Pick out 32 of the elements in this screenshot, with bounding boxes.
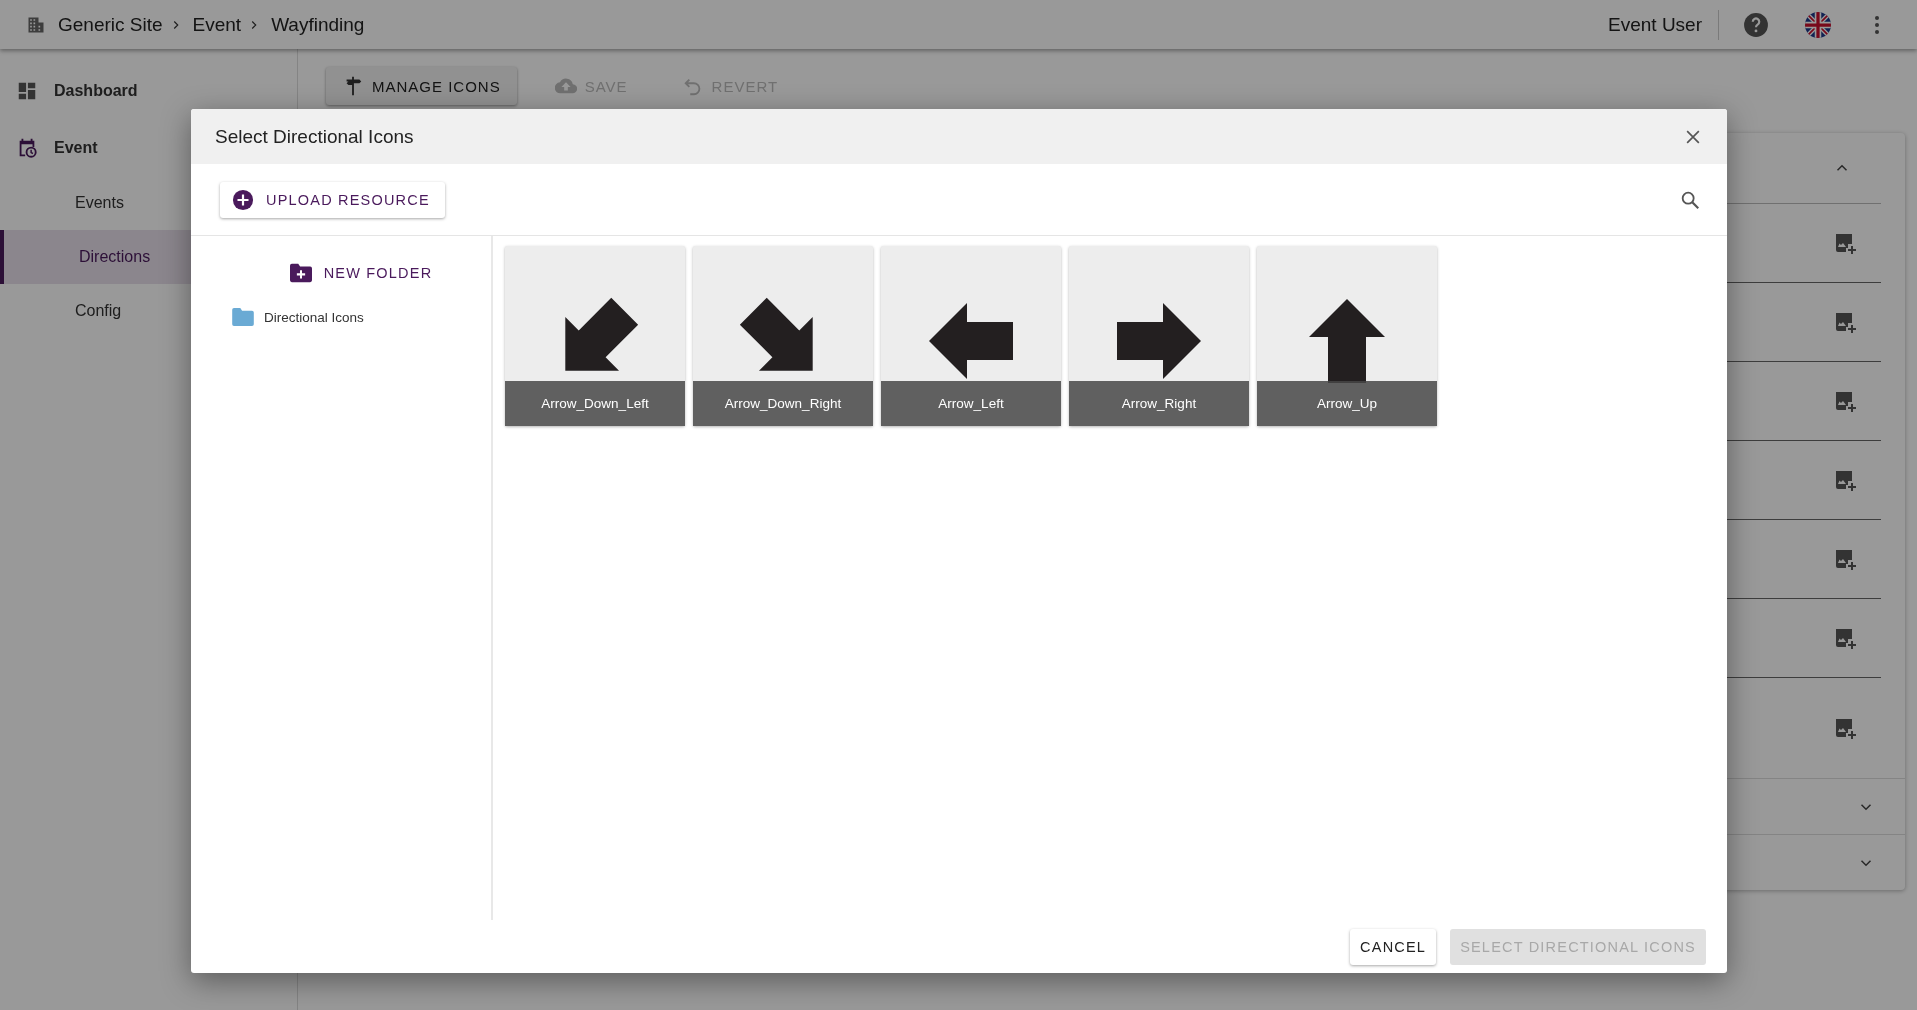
user-name[interactable]: Event User <box>1608 9 1719 40</box>
icon-tile[interactable]: Arrow_Down_Right <box>693 246 873 426</box>
icon-tile[interactable]: Arrow_Left <box>881 246 1061 426</box>
breadcrumb-link[interactable]: Wayfinding <box>271 13 365 36</box>
dialog-title: Select Directional Icons <box>215 125 415 148</box>
help-icon[interactable] <box>1743 11 1769 38</box>
toolbar-button[interactable]: MANAGE ICONS <box>326 67 517 105</box>
icon-tile[interactable]: Arrow_Right <box>1069 246 1249 426</box>
tile-caption: Arrow_Down_Right <box>693 381 873 426</box>
upload-resource-button[interactable]: UPLOAD RESOURCE <box>220 181 445 218</box>
add-image-icon[interactable] <box>1833 716 1857 740</box>
icon-tile[interactable]: Arrow_Up <box>1257 246 1437 426</box>
flag-icon[interactable] <box>1805 11 1831 38</box>
cancel-button[interactable]: CANCEL <box>1350 928 1437 965</box>
add-image-icon[interactable] <box>1833 310 1857 334</box>
tile-caption: Arrow_Right <box>1069 381 1249 426</box>
breadcrumb-link[interactable]: Event <box>192 13 242 36</box>
folder-item[interactable]: Directional Icons <box>232 308 491 326</box>
add-image-icon[interactable] <box>1833 547 1857 571</box>
plus-circle-icon <box>232 188 254 211</box>
tile-caption: Arrow_Left <box>881 381 1061 426</box>
tile-caption: Arrow_Down_Left <box>505 381 685 426</box>
folder-plus-icon <box>289 263 312 283</box>
add-image-icon[interactable] <box>1833 389 1857 413</box>
tile-caption: Arrow_Up <box>1257 381 1437 426</box>
add-image-icon[interactable] <box>1833 231 1857 255</box>
icon-tile[interactable]: Arrow_Down_Left <box>505 246 685 426</box>
breadcrumb-link[interactable]: Generic Site <box>58 13 163 36</box>
sidebar-item[interactable]: Dashboard <box>0 62 297 119</box>
add-image-icon[interactable] <box>1833 626 1857 650</box>
folder-icon <box>232 308 254 326</box>
add-image-icon[interactable] <box>1833 468 1857 492</box>
